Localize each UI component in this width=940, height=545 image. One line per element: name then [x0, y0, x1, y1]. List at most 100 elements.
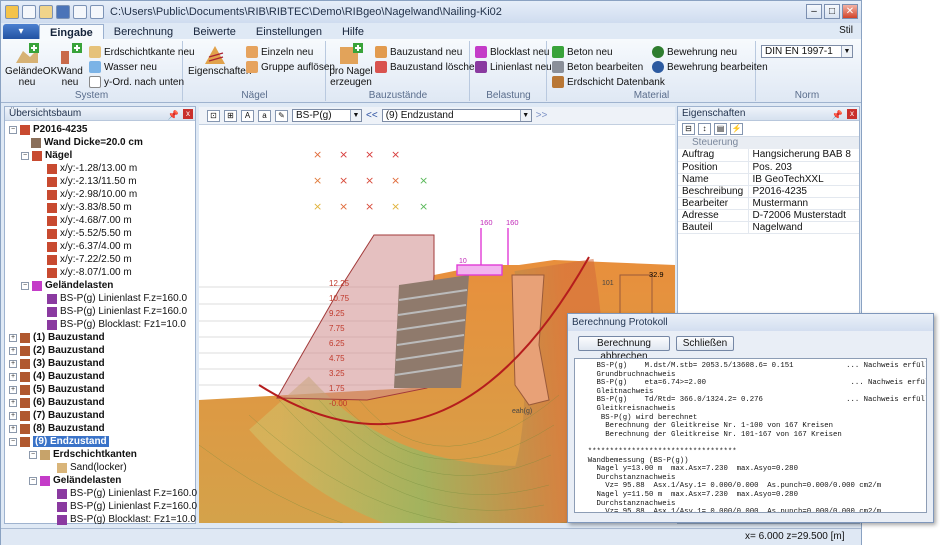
style-menu[interactable]: Stil [839, 25, 853, 36]
tree-load-item[interactable]: BS-P(g) Linienlast F.z=160.0 [57, 487, 197, 500]
font-smaller-icon[interactable]: a [258, 109, 271, 122]
tree-stage-item[interactable]: + (4) Bauzustand [9, 370, 105, 383]
tree-soil-item[interactable]: Sand(locker) [57, 461, 127, 474]
tree-root[interactable]: − P2016-4235 [9, 123, 88, 136]
reinforcement-new-button[interactable]: Bewehrung neu [652, 45, 737, 59]
nail-properties-button[interactable]: Eigenschaften [188, 43, 251, 77]
property-value[interactable]: P2016-4235 [747, 185, 859, 198]
calculation-log[interactable]: BS-P(g) M.dst/M.stb= 2053.5/13608.6= 0.1… [574, 358, 927, 513]
expander-icon[interactable]: + [9, 424, 17, 433]
previous-stage-button[interactable]: << [366, 110, 378, 121]
save-icon[interactable] [56, 5, 70, 19]
tree-stage-item[interactable]: + (6) Bauzustand [9, 396, 105, 409]
sort-alpha-icon[interactable]: ↕ [698, 123, 711, 135]
nail-single-new-button[interactable]: Einzeln neu [246, 45, 313, 59]
expander-icon[interactable]: + [9, 411, 17, 420]
stage-new-button[interactable]: Bauzustand neu [375, 45, 462, 59]
property-row[interactable]: Bauteil Nagelwand [678, 221, 859, 234]
expander-icon[interactable]: + [9, 385, 17, 394]
soil-database-button[interactable]: Erdschicht Datenbank [552, 75, 665, 89]
close-icon[interactable]: x [183, 109, 193, 119]
tree-soil-edges[interactable]: − Erdschichtkanten [29, 448, 137, 461]
tree-nail-item[interactable]: x/y:-2.13/11.50 m [47, 175, 137, 188]
property-row[interactable]: Bearbeiter Mustermann [678, 197, 859, 210]
tree-nail-item[interactable]: x/y:-6.37/4.00 m [47, 240, 132, 253]
property-row[interactable]: Adresse D-72006 Musterstadt [678, 209, 859, 222]
close-icon[interactable]: x [847, 109, 857, 119]
close-button[interactable]: ✕ [842, 4, 858, 19]
tab-berechnung[interactable]: Berechnung [104, 24, 183, 40]
tree-final-stage[interactable]: − (9) Endzustand [9, 435, 109, 448]
tree-nails[interactable]: − Nägel [21, 149, 72, 162]
expander-icon[interactable]: − [9, 125, 17, 134]
expander-icon[interactable]: + [9, 333, 17, 342]
tree-nail-item[interactable]: x/y:-2.98/10.00 m [47, 188, 137, 201]
tree-nail-item[interactable]: x/y:-7.22/2.50 m [47, 253, 132, 266]
maximize-button[interactable]: □ [824, 4, 840, 19]
property-row[interactable]: Position Pos. 203 [678, 161, 859, 174]
stage-delete-button[interactable]: Bauzustand löschen [375, 60, 480, 74]
pen-icon[interactable]: ✎ [275, 109, 288, 122]
expander-icon[interactable]: + [9, 346, 17, 355]
tree-load-item[interactable]: BS-P(g) Linienlast F.z=160.0 [57, 500, 197, 513]
expander-icon[interactable]: + [9, 359, 17, 368]
tree-nail-item[interactable]: x/y:-5.52/5.50 m [47, 227, 132, 240]
tab-einstellungen[interactable]: Einstellungen [246, 24, 332, 40]
block-load-new-button[interactable]: Blocklast neu [475, 45, 549, 59]
tree-stage-item[interactable]: + (7) Bauzustand [9, 409, 105, 422]
pin-icon[interactable]: 📌 [168, 108, 179, 122]
property-value[interactable]: Mustermann [747, 197, 859, 210]
categorized-icon[interactable]: ⊟ [682, 123, 695, 135]
per-nail-create-button[interactable]: pro Nagel erzeugen [329, 43, 373, 88]
property-row[interactable]: Name IB GeoTechXXL [678, 173, 859, 186]
tree-stage-item[interactable]: + (5) Bauzustand [9, 383, 105, 396]
application-menu-button[interactable]: ▾ [3, 24, 39, 40]
y-ord-down-checkbox[interactable]: y-Ord. nach unten [89, 75, 184, 89]
tab-eingabe[interactable]: Eingabe [39, 24, 104, 40]
property-row[interactable]: Beschreibung P2016-4235 [678, 185, 859, 198]
expander-icon[interactable]: − [21, 281, 29, 290]
tree-stage-item[interactable]: + (1) Bauzustand [9, 331, 105, 344]
property-row[interactable]: Auftrag Hangsicherung BAB 8 [678, 149, 859, 162]
redo-icon[interactable] [90, 5, 104, 19]
tree-load-item[interactable]: BS-P(g) Blocklast: Fz1=10.0 [57, 513, 196, 526]
tree-terrain-loads-2[interactable]: − Geländelasten [29, 474, 121, 487]
tab-hilfe[interactable]: Hilfe [332, 24, 374, 40]
ungroup-button[interactable]: Gruppe auflösen [246, 60, 335, 74]
abort-calculation-button[interactable]: Berechnung abbrechen [578, 336, 670, 362]
next-stage-button[interactable]: >> [536, 110, 548, 121]
tree-stage-item[interactable]: + (8) Bauzustand [9, 422, 105, 435]
line-load-new-button[interactable]: Linienlast neu [475, 60, 552, 74]
tree-nail-item[interactable]: x/y:-3.83/8.50 m [47, 201, 132, 214]
expander-icon[interactable]: − [29, 476, 37, 485]
new-file-icon[interactable] [22, 5, 36, 19]
font-bigger-icon[interactable]: A [241, 109, 254, 122]
reinforcement-edit-button[interactable]: Bewehrung bearbeiten [652, 60, 768, 74]
water-new-button[interactable]: Wasser neu [89, 60, 157, 74]
property-value[interactable]: IB GeoTechXXL [747, 173, 859, 186]
concrete-new-button[interactable]: Beton neu [552, 45, 613, 59]
norm-select[interactable]: DIN EN 1997-1 ▼ [761, 45, 853, 58]
close-dialog-button[interactable]: Schließen [676, 336, 734, 351]
property-value[interactable]: Nagelwand [747, 221, 859, 234]
soil-edge-new-button[interactable]: Erdschichtkante neu [89, 45, 195, 59]
undo-icon[interactable] [73, 5, 87, 19]
property-value[interactable]: Hangsicherung BAB 8 [747, 149, 859, 162]
lightning-icon[interactable]: ⚡ [730, 123, 743, 135]
property-value[interactable]: Pos. 203 [747, 161, 859, 174]
expander-icon[interactable]: − [21, 151, 29, 160]
zoom-fit-icon[interactable]: ⊡ [207, 109, 220, 122]
tree-load-item[interactable]: BS-P(g) Blocklast: Fz1=10.0 [47, 318, 186, 331]
tree-load-item[interactable]: BS-P(g) Linienlast F.z=160.0 [47, 305, 187, 318]
tree-stage-item[interactable]: + (2) Bauzustand [9, 344, 105, 357]
tree-stage-item[interactable]: + (3) Bauzustand [9, 357, 105, 370]
tab-beiwerte[interactable]: Beiwerte [183, 24, 246, 40]
tree-terrain-loads[interactable]: − Geländelasten [21, 279, 113, 292]
tree-nail-item[interactable]: x/y:-4.68/7.00 m [47, 214, 132, 227]
expander-icon[interactable]: − [29, 450, 37, 459]
expander-icon[interactable]: + [9, 398, 17, 407]
property-pages-icon[interactable]: ▤ [714, 123, 727, 135]
stage-select[interactable]: (9) Endzustand ▼ [381, 109, 532, 122]
tree-load-item[interactable]: BS-P(g) Linienlast F.z=160.0 [47, 292, 187, 305]
concrete-edit-button[interactable]: Beton bearbeiten [552, 60, 643, 74]
